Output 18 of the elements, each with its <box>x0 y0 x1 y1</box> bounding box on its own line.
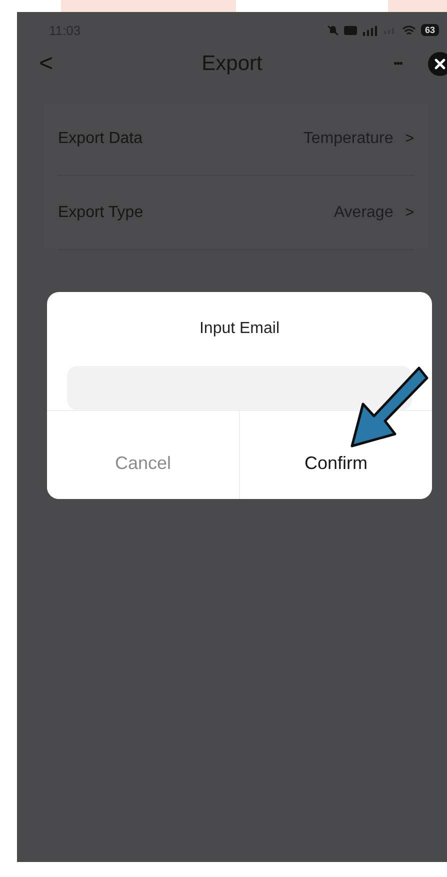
chevron-icon: > <box>405 204 414 221</box>
battery-level: 63 <box>420 24 439 36</box>
setting-label: Export Data <box>58 130 142 148</box>
signal-icon <box>362 24 378 36</box>
banner-strip <box>388 0 447 12</box>
dialog-title: Input Email <box>198 319 281 338</box>
hd-icon <box>344 26 357 34</box>
email-field[interactable] <box>67 366 412 410</box>
mute-icon <box>326 24 339 36</box>
back-button[interactable]: < <box>17 50 54 78</box>
wifi-icon <box>402 24 416 36</box>
chevron-icon: > <box>405 130 414 147</box>
close-button[interactable] <box>428 52 447 76</box>
page-title: Export <box>202 52 262 76</box>
more-button[interactable]: ••• <box>393 58 402 70</box>
setting-label: Export Type <box>58 204 144 222</box>
cancel-button[interactable]: Cancel <box>47 411 240 499</box>
close-icon <box>434 58 446 70</box>
